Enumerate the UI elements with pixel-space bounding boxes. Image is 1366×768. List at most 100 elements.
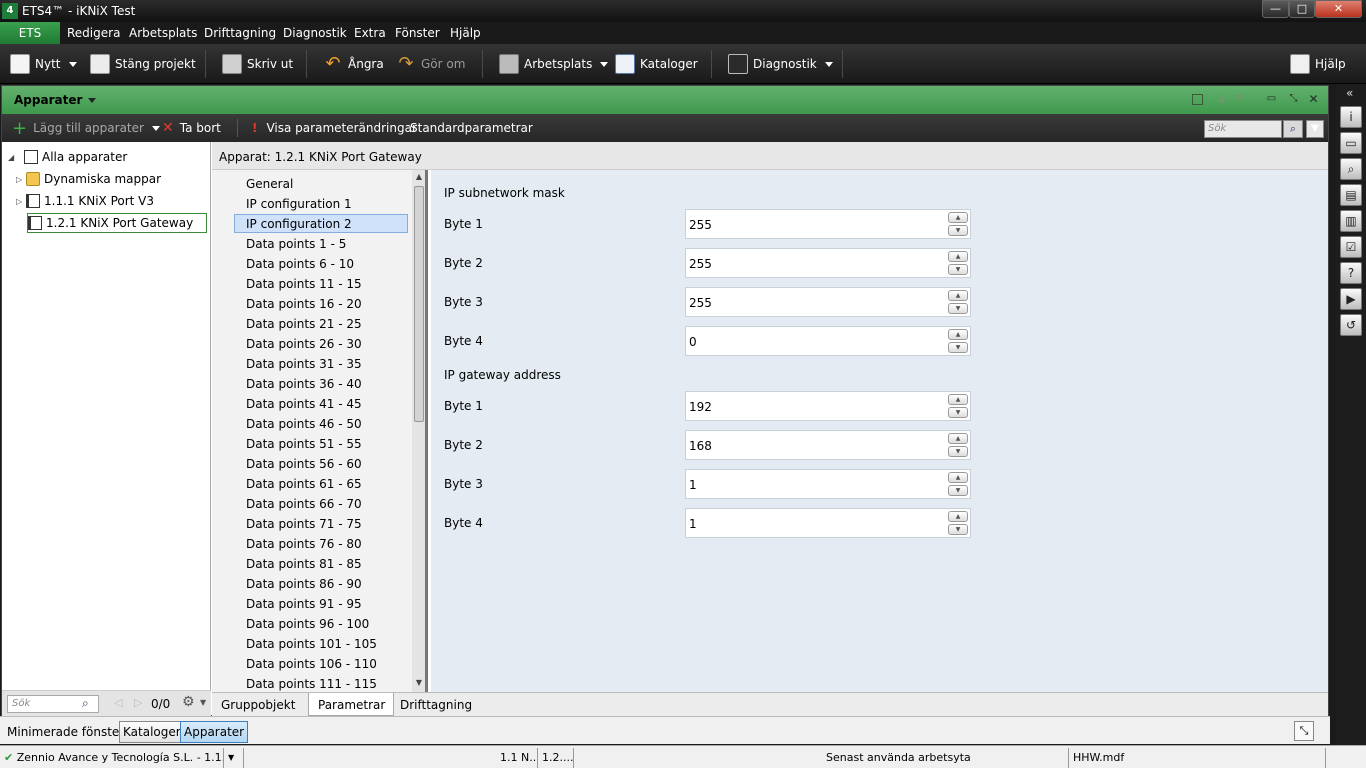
spin-up-icon[interactable]: ▲ — [948, 329, 968, 340]
history-icon[interactable]: ↺ — [1340, 314, 1362, 336]
chevron-down-icon[interactable]: ▼ — [200, 698, 206, 707]
panel-up-icon[interactable]: ▲ — [1216, 94, 1227, 105]
spin-up-icon[interactable]: ▲ — [948, 433, 968, 444]
workspace-button[interactable]: Arbetsplats — [499, 44, 608, 84]
scroll-down-icon[interactable]: ▼ — [413, 678, 425, 690]
param-page-item[interactable]: Data points 86 - 90 — [234, 574, 408, 593]
param-page-item[interactable]: Data points 111 - 115 — [234, 674, 408, 692]
magnifier-icon[interactable]: ⌕ — [1340, 158, 1362, 180]
spin-down-icon[interactable]: ▼ — [948, 303, 968, 314]
subnet-byte2-input[interactable]: 255 ▲ ▼ — [685, 248, 971, 278]
param-page-item[interactable]: Data points 16 - 20 — [234, 294, 408, 313]
param-page-item[interactable]: IP configuration 1 — [234, 194, 408, 213]
param-page-item[interactable]: Data points 21 - 25 — [234, 314, 408, 333]
scroll-up-icon[interactable]: ▲ — [413, 172, 425, 184]
window-layout-icon[interactable]: ▤ — [1340, 184, 1362, 206]
search-icon[interactable]: ⌕ — [1283, 120, 1303, 138]
param-page-item[interactable]: Data points 61 - 65 — [234, 474, 408, 493]
menu-diagnostik[interactable]: Diagnostik — [283, 26, 347, 40]
tab-parametrar[interactable]: Parametrar — [308, 693, 395, 716]
param-page-item[interactable]: Data points 96 - 100 — [234, 614, 408, 633]
gateway-byte2-input[interactable]: 168 ▲ ▼ — [685, 430, 971, 460]
panel-float-icon[interactable] — [1192, 94, 1203, 105]
param-page-item[interactable]: Data points 31 - 35 — [234, 354, 408, 373]
spin-up-icon[interactable]: ▲ — [948, 290, 968, 301]
param-page-item[interactable]: Data points 66 - 70 — [234, 494, 408, 513]
panel-restore-icon[interactable]: ▭ — [1266, 94, 1277, 105]
menu-arbetsplats[interactable]: Arbetsplats — [129, 26, 197, 40]
subnet-byte1-input[interactable]: 255 ▲ ▼ — [685, 209, 971, 239]
param-page-item[interactable]: Data points 56 - 60 — [234, 454, 408, 473]
param-page-item[interactable]: Data points 1 - 5 — [234, 234, 408, 253]
delete-button[interactable]: ✕ Ta bort — [162, 114, 221, 142]
collapsed-triangle-icon[interactable]: ▷ — [16, 175, 26, 184]
spin-up-icon[interactable]: ▲ — [948, 251, 968, 262]
param-page-item[interactable]: IP configuration 2 — [234, 214, 408, 233]
previous-arrow-icon[interactable]: ◁ — [114, 696, 122, 709]
menu-fonster[interactable]: Fönster — [395, 26, 440, 40]
default-params-button[interactable]: Standardparametrar — [410, 114, 533, 142]
menu-drifttagning[interactable]: Drifttagning — [204, 26, 276, 40]
panel-minimize-icon[interactable]: ⤡ — [1288, 94, 1299, 105]
show-param-changes-button[interactable]: ! Visa parameterändringar — [252, 114, 417, 142]
param-page-item[interactable]: Data points 11 - 15 — [234, 274, 408, 293]
info-icon[interactable]: i — [1340, 106, 1362, 128]
diagnostics-button[interactable]: Diagnostik — [728, 44, 833, 84]
menu-extra[interactable]: Extra — [354, 26, 386, 40]
print-button[interactable]: Skriv ut — [222, 44, 293, 84]
panel-close-icon[interactable]: ✕ — [1308, 93, 1319, 105]
new-button[interactable]: Nytt — [10, 44, 77, 84]
maximize-button[interactable]: □ — [1289, 0, 1315, 18]
redo-button[interactable]: ↷ Gör om — [396, 44, 465, 84]
param-page-item[interactable]: Data points 51 - 55 — [234, 434, 408, 453]
spin-up-icon[interactable]: ▲ — [948, 394, 968, 405]
minimized-apparater[interactable]: Apparater — [180, 721, 249, 743]
catalogs-button[interactable]: Kataloger — [615, 44, 698, 84]
settings-gear-icon[interactable]: ⚙ — [182, 694, 195, 710]
ets-menu-tab[interactable]: ETS — [0, 22, 60, 44]
undo-button[interactable]: ↶ Ångra — [323, 44, 383, 84]
gateway-byte1-input[interactable]: 192 ▲ ▼ — [685, 391, 971, 421]
param-page-item[interactable]: Data points 81 - 85 — [234, 554, 408, 573]
param-page-item[interactable]: Data points 106 - 110 — [234, 654, 408, 673]
subnet-byte4-input[interactable]: 0 ▲ ▼ — [685, 326, 971, 356]
param-page-item[interactable]: Data points 101 - 105 — [234, 634, 408, 653]
book-icon[interactable]: ▥ — [1340, 210, 1362, 232]
next-arrow-icon[interactable]: ▷ — [134, 696, 142, 709]
param-page-item[interactable]: Data points 36 - 40 — [234, 374, 408, 393]
gateway-byte3-input[interactable]: 1 ▲ ▼ — [685, 469, 971, 499]
panel-title[interactable]: Apparater — [14, 93, 96, 107]
spin-down-icon[interactable]: ▼ — [948, 446, 968, 457]
gateway-byte4-input[interactable]: 1 ▲ ▼ — [685, 508, 971, 538]
param-page-item[interactable]: Data points 91 - 95 — [234, 594, 408, 613]
spin-up-icon[interactable]: ▲ — [948, 472, 968, 483]
param-page-item[interactable]: Data points 41 - 45 — [234, 394, 408, 413]
spin-up-icon[interactable]: ▲ — [948, 511, 968, 522]
param-page-item[interactable]: Data points 71 - 75 — [234, 514, 408, 533]
param-page-item[interactable]: Data points 76 - 80 — [234, 534, 408, 553]
tree-node-all-devices[interactable]: ◢ Alla apparater — [2, 146, 211, 168]
add-devices-button[interactable]: + Lägg till apparater — [12, 114, 160, 142]
spin-down-icon[interactable]: ▼ — [948, 407, 968, 418]
spin-down-icon[interactable]: ▼ — [948, 524, 968, 535]
spin-down-icon[interactable]: ▼ — [948, 264, 968, 275]
help-button[interactable]: Hjälp — [1290, 44, 1346, 84]
folder-icon[interactable]: ▭ — [1340, 132, 1362, 154]
tree-node-knix-port-gateway[interactable]: 1.2.1 KNiX Port Gateway — [2, 212, 211, 234]
device-search-input[interactable]: Sök — [1204, 120, 1282, 138]
close-button[interactable]: ✕ — [1315, 0, 1362, 18]
spin-down-icon[interactable]: ▼ — [948, 342, 968, 353]
play-icon[interactable]: ▶ — [1340, 288, 1362, 310]
spin-up-icon[interactable]: ▲ — [948, 212, 968, 223]
tree-search-icon[interactable]: ⌕ — [82, 696, 89, 711]
menu-redigera[interactable]: Redigera — [67, 26, 120, 40]
tab-drifttagning[interactable]: Drifttagning — [391, 693, 480, 716]
close-project-button[interactable]: Stäng projekt — [90, 44, 196, 84]
tree-node-knix-port-v3[interactable]: ▷ 1.1.1 KNiX Port V3 — [2, 190, 211, 212]
param-page-item[interactable]: Data points 26 - 30 — [234, 334, 408, 353]
checklist-icon[interactable]: ☑ — [1340, 236, 1362, 258]
spin-down-icon[interactable]: ▼ — [948, 485, 968, 496]
param-page-item[interactable]: General — [234, 174, 408, 193]
expanded-triangle-icon[interactable]: ◢ — [8, 153, 18, 162]
subnet-byte3-input[interactable]: 255 ▲ ▼ — [685, 287, 971, 317]
